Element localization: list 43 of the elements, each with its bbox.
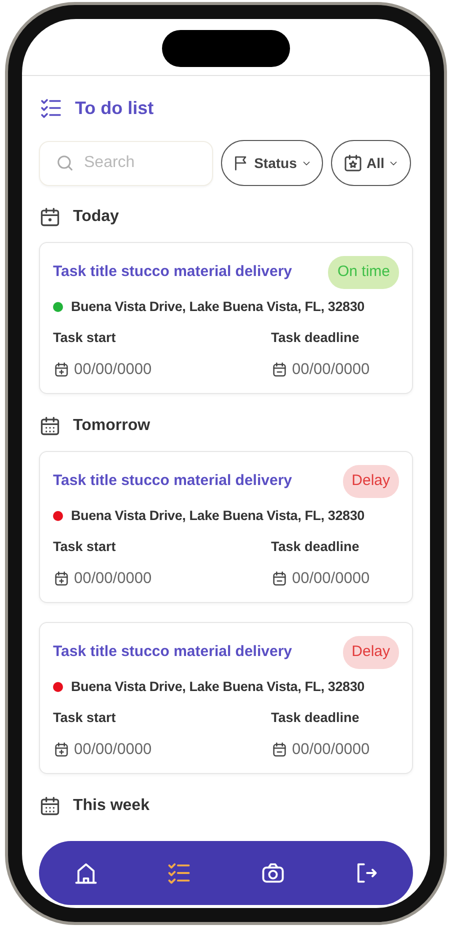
- address-text: Buena Vista Drive, Lake Buena Vista, FL, 32830: [71, 678, 364, 696]
- calendar-plus-icon: [53, 740, 70, 758]
- status-badge: On time: [328, 256, 399, 288]
- date-text: 00/00/0000: [74, 568, 152, 589]
- date-text: 00/00/0000: [292, 360, 370, 380]
- field-label: Task start: [53, 710, 116, 725]
- filter-button[interactable]: All: [331, 140, 411, 186]
- search-icon: [55, 152, 75, 172]
- checklist-icon: [39, 96, 63, 120]
- section-heading: Today: [73, 207, 119, 227]
- task-title: Task title stucco material delivery: [53, 471, 292, 491]
- section-heading: This week: [73, 796, 150, 816]
- task-card[interactable]: Task title stucco material delivery Delay Buena Vista Drive, Lake Buena Vista, FL, 32830 Task start 00/00/0000 Task deadline 00/00/0000: [39, 622, 413, 774]
- status-badge: Delay: [342, 636, 399, 668]
- task-card[interactable]: Task title stucco material delivery Delay Buena Vista Drive, Lake Buena Vista, FL, 32830 Task start 00/00/0000 Task deadline 00/00/0000: [39, 451, 413, 603]
- calendar-icon: [39, 415, 61, 437]
- section-heading: Tomorrow: [73, 416, 150, 436]
- calendar-icon: [342, 153, 363, 173]
- filter-button[interactable]: Status: [221, 140, 323, 186]
- address-text: Buena Vista Drive, Lake Buena Vista, FL, 32830: [71, 506, 364, 524]
- status-badge: Delay: [342, 465, 399, 498]
- task-title: Task title stucco material delivery: [53, 262, 292, 282]
- calendar-icon: [39, 795, 61, 817]
- field-label: Task deadline: [271, 538, 360, 554]
- calendar-plus-icon: [53, 360, 70, 378]
- field-label: Task start: [53, 330, 116, 345]
- task-title: Task title stucco material delivery: [53, 642, 292, 662]
- page-title: To do list: [75, 96, 154, 120]
- calendar-minus-icon: [271, 360, 288, 378]
- calendar-plus-icon: [53, 570, 70, 587]
- date-text: 00/00/0000: [292, 568, 370, 589]
- search-field[interactable]: Search: [39, 140, 213, 186]
- calendar-icon: [39, 206, 61, 228]
- address-text: Buena Vista Drive, Lake Buena Vista, FL, 32830: [71, 298, 364, 316]
- calendar-minus-icon: [271, 740, 288, 758]
- date-text: 00/00/0000: [74, 360, 152, 380]
- calendar-minus-icon: [271, 570, 288, 587]
- date-text: 00/00/0000: [292, 740, 370, 760]
- task-card[interactable]: Task title stucco material delivery On time Buena Vista Drive, Lake Buena Vista, FL, 32830 Task start 00/00/0000 Task deadline 00/00/0000: [39, 242, 413, 394]
- field-label: Task deadline: [271, 710, 360, 725]
- field-label: Task deadline: [271, 330, 360, 345]
- field-label: Task start: [53, 538, 116, 554]
- date-text: 00/00/0000: [74, 740, 152, 760]
